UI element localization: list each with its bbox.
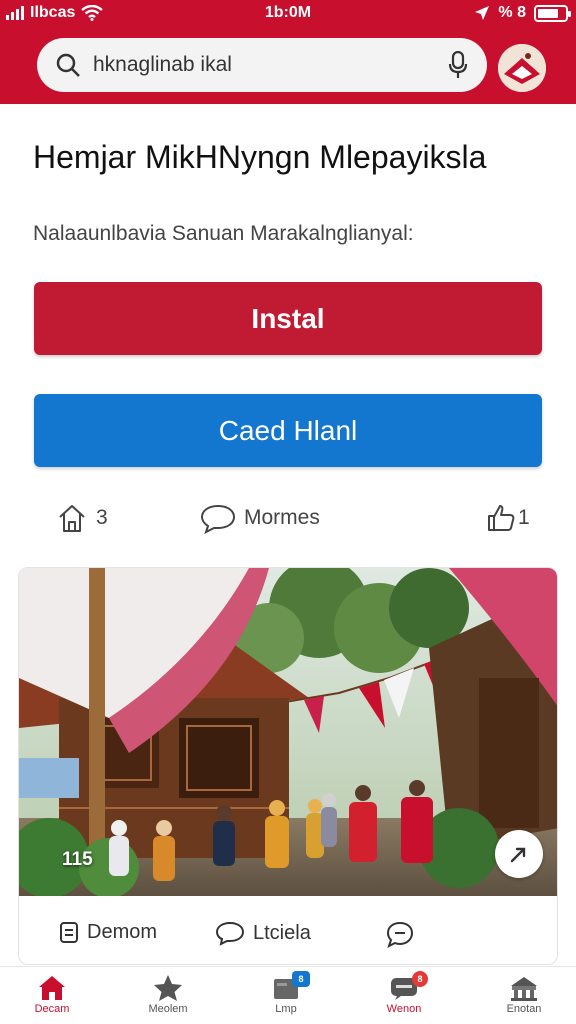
nav-item-featured[interactable]: Meolem [118, 973, 218, 1015]
card-action-message[interactable] [385, 920, 415, 948]
microphone-icon[interactable] [447, 50, 469, 80]
search-input[interactable]: hknaglinab ikal [93, 53, 435, 77]
status-bar: Ilbcas 1b:0M % 8 [0, 0, 576, 28]
store-icon [511, 977, 537, 1001]
card-action-second[interactable]: Ltciela [215, 920, 311, 946]
app-title: Hemjar MikHNyngn Mlepayiksla [33, 139, 487, 175]
home-stat[interactable]: 3 [56, 502, 108, 534]
stats-row: 3 Mormes 1 [0, 496, 576, 544]
app-subtitle: Nalaaunlbavia Sanuan Marakalnglianyal: [33, 222, 414, 245]
nav-label-home: Decam [34, 1003, 70, 1015]
battery-percent: % 8 [498, 4, 526, 21]
home-count: 3 [96, 506, 108, 529]
home-icon [39, 976, 65, 1000]
app-header: Ilbcas 1b:0M % 8 hknaglinab ikal [0, 0, 576, 104]
nav-item-apps[interactable]: 8 Lmp [236, 971, 336, 1015]
thumbs-up-icon [488, 505, 515, 531]
card-action-first[interactable]: Demom [59, 920, 157, 944]
photo-count: 115 [62, 849, 93, 870]
nav-label-store: Enotan [506, 1003, 542, 1015]
lock-icon [60, 922, 78, 943]
nav-badge-messages: 8 [412, 971, 428, 987]
status-right: % 8 [474, 4, 571, 22]
location-arrow-icon [475, 6, 490, 20]
search-bar[interactable]: hknaglinab ikal [37, 38, 487, 92]
install-button[interactable]: Instal [34, 282, 542, 355]
secondary-action-button[interactable]: Caed Hlanl [34, 394, 542, 467]
post-card[interactable]: 115 Demom Ltciela [18, 567, 558, 965]
search-icon [56, 53, 80, 77]
nav-item-home[interactable]: Decam [2, 973, 102, 1015]
avatar[interactable] [498, 44, 546, 92]
post-photo[interactable]: 115 [19, 568, 557, 896]
message-icon [386, 921, 414, 948]
nav-label-apps: Lmp [275, 1003, 297, 1015]
card-action-first-label: Demom [87, 920, 158, 943]
comment-icon [200, 504, 236, 534]
battery-icon [534, 4, 571, 22]
bottom-nav: Decam Meolem 8 Lmp 8 Wenon Enotan [0, 966, 576, 1024]
nav-item-store[interactable]: Enotan [474, 973, 574, 1015]
likes-count: 1 [518, 506, 530, 529]
star-icon [154, 975, 182, 1001]
nav-label-featured: Meolem [148, 1003, 188, 1015]
comments-label: Mormes [244, 506, 320, 529]
nav-badge-apps: 8 [292, 971, 310, 987]
likes-stat[interactable]: 1 [486, 502, 530, 534]
share-button[interactable] [495, 830, 543, 878]
comments-stat[interactable]: Mormes [200, 502, 320, 534]
nav-item-messages[interactable]: 8 Wenon [354, 971, 454, 1015]
share-icon [510, 847, 526, 863]
card-actions: Demom Ltciela [19, 908, 557, 964]
nav-label-messages: Wenon [386, 1003, 422, 1015]
comment-icon [215, 921, 245, 946]
card-action-second-label: Ltciela [253, 921, 311, 944]
home-icon [59, 505, 85, 532]
